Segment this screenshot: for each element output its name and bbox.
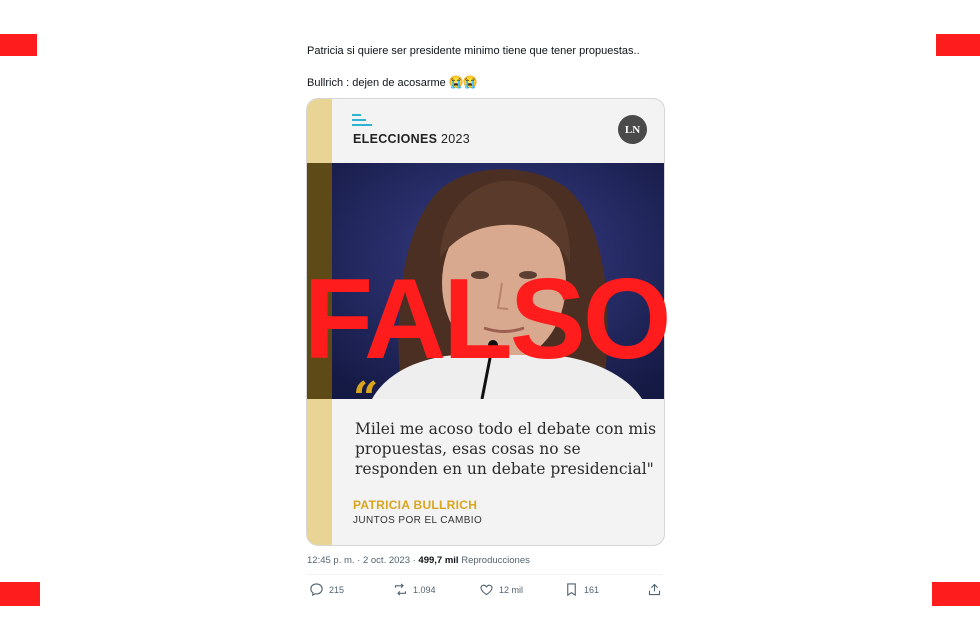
red-corner-mark-bottom-left <box>0 582 40 606</box>
tweet-text-line-2-text: Bullrich : dejen de acosarme <box>307 77 449 89</box>
elections-label: ELECCIONES <box>353 132 438 146</box>
like-count: 12 mil <box>499 584 524 595</box>
red-corner-mark-top-left <box>0 34 37 56</box>
retweet-icon <box>394 583 407 596</box>
quote-mark-icon: “ <box>353 373 379 424</box>
tweet-text-line-1: Patricia si quiere ser presidente minimo… <box>307 45 640 57</box>
red-corner-mark-top-right <box>936 34 980 56</box>
reply-icon <box>310 583 323 597</box>
quote-author: PATRICIA BULLRICH <box>353 498 478 512</box>
views-label: Reproducciones <box>458 555 530 566</box>
red-corner-mark-bottom-right <box>932 582 980 606</box>
share-button[interactable] <box>647 582 662 597</box>
outlet-logo-badge: LN <box>618 115 647 144</box>
tweet-timestamp[interactable]: 12:45 p. m. · 2 oct. 2023 · <box>307 555 418 566</box>
elections-logo-icon <box>352 114 374 130</box>
reply-count: 215 <box>329 584 345 595</box>
crying-emoji: 😭😭 <box>448 75 478 89</box>
meta-divider <box>307 574 663 575</box>
bookmark-count: 161 <box>584 584 600 595</box>
views-count: 499,7 mil <box>418 555 459 566</box>
bookmark-icon <box>567 583 576 597</box>
quote-author-party: JUNTOS POR EL CAMBIO <box>353 515 483 526</box>
bookmark-button[interactable]: 161 <box>564 582 599 597</box>
like-button[interactable]: 12 mil <box>479 582 523 597</box>
quote-text: Milei me acoso todo el debate con mis pr… <box>355 420 657 478</box>
reply-button[interactable]: 215 <box>309 582 344 597</box>
tweet-actions-bar: 215 1.094 12 mil 161 <box>307 582 663 602</box>
elections-year: 2023 <box>437 132 471 146</box>
falso-stamp-overlay: FALSO <box>303 256 671 383</box>
heart-icon <box>480 584 493 596</box>
tweet-text-line-2: Bullrich : dejen de acosarme 😭😭 <box>307 75 478 89</box>
tweet-meta: 12:45 p. m. · 2 oct. 2023 · 499,7 mil Re… <box>307 555 530 566</box>
retweet-count: 1.094 <box>413 584 436 595</box>
retweet-button[interactable]: 1.094 <box>393 582 436 597</box>
elections-header: ELECCIONES 2023 <box>353 132 470 146</box>
share-icon <box>648 583 661 596</box>
